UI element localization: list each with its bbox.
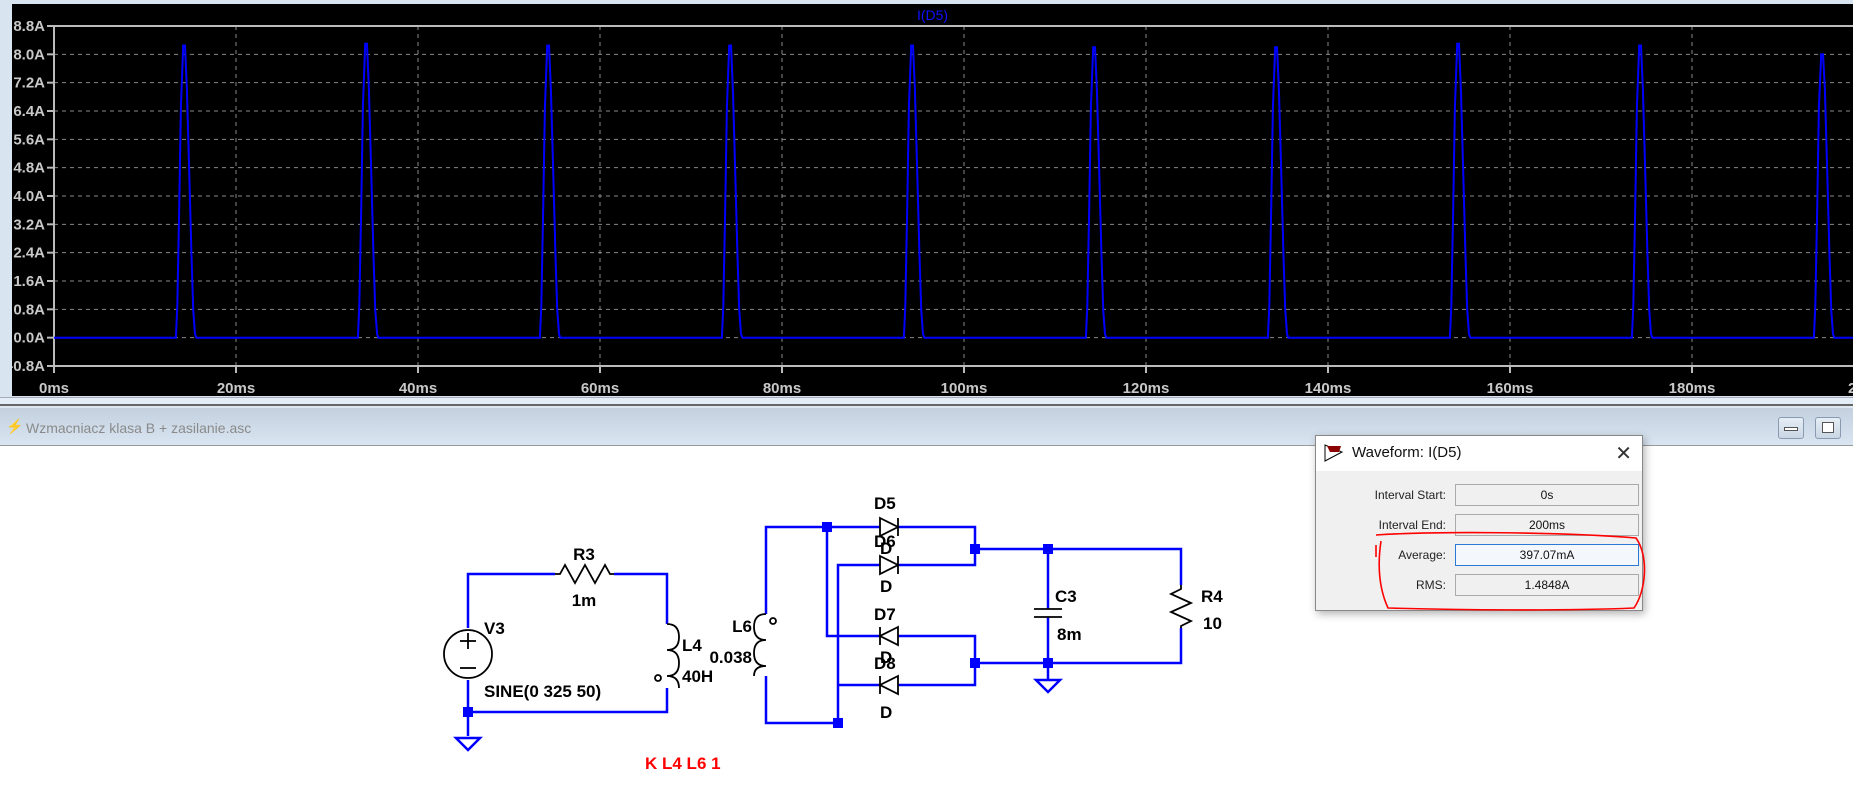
waveform-plot[interactable]: 8.8A 8.0A 7.2A 6.4A 5.6A 4.8A 4.0A 3.2A 2.4A 1.6A… (12, 4, 1853, 396)
x-tick-label: 2 (1848, 380, 1853, 396)
y-tick-label: 4.0A (13, 188, 45, 205)
trace-i-d5 (54, 42, 1853, 339)
d6-name[interactable]: D6 (874, 532, 896, 551)
l6-value[interactable]: 0.038 (709, 648, 752, 667)
l4-name[interactable]: L4 (682, 636, 702, 655)
d5-name[interactable]: D5 (874, 494, 896, 513)
ground-icon (1032, 678, 1064, 694)
wire[interactable] (836, 563, 880, 723)
d6-value[interactable]: D (880, 577, 892, 596)
y-tick-label: 3.2A (13, 216, 45, 233)
x-tick-label: 100ms (941, 380, 988, 396)
y-tick-label: 0.0A (13, 330, 45, 347)
wire[interactable] (975, 547, 1183, 585)
waveform-window: 8.8A 8.0A 7.2A 6.4A 5.6A 4.8A 4.0A 3.2A 2.4A 1.6A… (0, 0, 1853, 398)
x-tick-label: 0ms (39, 380, 69, 396)
x-tick-label: 180ms (1669, 380, 1716, 396)
diode-d8-icon[interactable] (877, 674, 899, 696)
junction (822, 522, 832, 532)
y-tick-label: 0.8A (13, 301, 45, 318)
r4-value[interactable]: 10 (1203, 614, 1222, 633)
y-tick-label: 2.4A (13, 245, 45, 262)
x-tick-label: 60ms (581, 380, 619, 396)
y-tick-label: 7.2A (13, 75, 45, 92)
c3-value[interactable]: 8m (1057, 625, 1082, 644)
capacitor-c3-icon[interactable] (1034, 608, 1062, 618)
components (443, 516, 1194, 696)
x-tick-label: 160ms (1487, 380, 1534, 396)
wire[interactable] (764, 676, 838, 725)
waveform-dialog: Waveform: I(D5) ✕ Interval Start: 0s Inte… (1315, 435, 1646, 611)
wire[interactable] (614, 572, 669, 624)
wire[interactable] (825, 527, 880, 638)
y-tick-label: 8.0A (13, 46, 45, 63)
pane-splitter[interactable] (0, 398, 1853, 406)
d7-name[interactable]: D7 (874, 605, 896, 624)
spice-directive[interactable]: K L4 L6 1 (645, 754, 721, 773)
diode-d6-icon[interactable] (879, 554, 901, 576)
diode-d7-icon[interactable] (877, 625, 899, 647)
highlight-ellipse (1375, 531, 1646, 611)
x-tick-label: 40ms (399, 380, 437, 396)
wire[interactable] (898, 525, 977, 567)
v3-value[interactable]: SINE(0 325 50) (484, 682, 601, 701)
red-annotation (1375, 531, 1646, 611)
plot-canvas[interactable]: 8.8A8.0A7.2A6.4A5.6A4.8A4.0A3.2A2.4A1.6A… (12, 4, 1853, 396)
c3-name[interactable]: C3 (1055, 587, 1077, 606)
junction (970, 544, 980, 554)
r4-name[interactable]: R4 (1201, 587, 1223, 606)
junction (463, 707, 473, 717)
r3-name[interactable]: R3 (573, 545, 595, 564)
trace-label[interactable]: I(D5) (12, 7, 1853, 23)
wire[interactable] (764, 525, 880, 614)
x-tick-label: 80ms (763, 380, 801, 396)
y-tick-label: 5.6A (13, 131, 45, 148)
l4-value[interactable]: 40H (682, 667, 713, 686)
junction (1043, 658, 1053, 668)
resistor-r4-icon[interactable] (1168, 585, 1194, 628)
junction (1043, 544, 1053, 554)
junction (833, 718, 843, 728)
wire[interactable] (466, 572, 555, 628)
ground-icon (452, 736, 484, 752)
junction (970, 658, 980, 668)
d8-name[interactable]: D8 (874, 654, 896, 673)
x-tick-label: 120ms (1123, 380, 1170, 396)
x-tick-label: 140ms (1305, 380, 1352, 396)
resistor-r3-icon[interactable] (555, 563, 614, 585)
v3-name[interactable]: V3 (484, 619, 505, 638)
wire[interactable] (898, 634, 977, 687)
y-tick-label: 6.4A (13, 103, 45, 120)
r3-value[interactable]: 1m (572, 591, 597, 610)
y-tick-label: 4.8A (13, 160, 45, 177)
l6-name[interactable]: L6 (732, 617, 752, 636)
y-tick-label: -0.8A (12, 358, 45, 375)
inductor-l6-icon[interactable] (753, 613, 767, 677)
inductor-l4-icon[interactable] (666, 623, 680, 689)
y-tick-label: 1.6A (13, 273, 45, 290)
d8-value[interactable]: D (880, 703, 892, 722)
x-tick-label: 20ms (217, 380, 255, 396)
